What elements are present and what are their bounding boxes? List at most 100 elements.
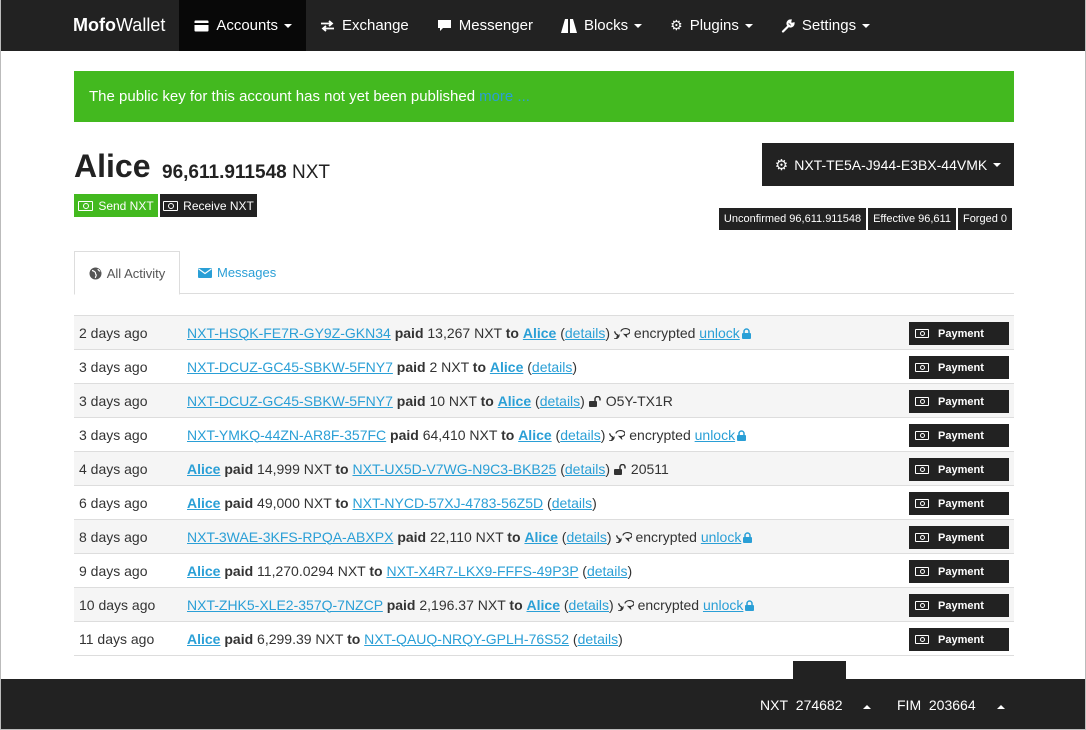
details-link[interactable]: details <box>587 563 627 579</box>
recipient-link[interactable]: Alice <box>524 529 557 545</box>
sender-link[interactable]: Alice <box>187 461 220 477</box>
nav-plugins[interactable]: ⚙ Plugins <box>656 0 767 51</box>
recipient-link[interactable]: Alice <box>498 393 531 409</box>
recipient-link[interactable]: NXT-QAUQ-NRQY-GPLH-76S52 <box>364 631 569 647</box>
payment-badge[interactable]: Payment <box>909 628 1009 651</box>
encrypted-label: encrypted <box>637 596 700 613</box>
details-link[interactable]: details <box>566 529 606 545</box>
recipient-link[interactable]: Alice <box>490 359 523 375</box>
payment-badge[interactable]: Payment <box>909 560 1009 583</box>
row-description: NXT-YMKQ-44ZN-AR8F-357FC paid 64,410 NXT… <box>187 427 1014 443</box>
row-description: Alice paid 11,270.0294 NXT to NXT-X4R7-L… <box>187 562 633 579</box>
encrypted-comment-icon <box>612 597 635 613</box>
unlock-link[interactable]: unlock <box>701 529 741 545</box>
tab-messages[interactable]: Messages <box>198 251 276 294</box>
recipient-link[interactable]: NXT-X4R7-LKX9-FFFS-49P3P <box>386 563 578 579</box>
payment-badge[interactable]: Payment <box>909 526 1009 549</box>
payment-badge[interactable]: Payment <box>909 424 1009 447</box>
sender-link[interactable]: Alice <box>187 495 220 511</box>
money-icon <box>163 200 179 211</box>
table-row: 6 days ago Alice paid 49,000 NXT to NXT-N… <box>74 486 1014 520</box>
sender-link[interactable]: NXT-3WAE-3KFS-RPQA-ABXPX <box>187 529 393 545</box>
payment-badge[interactable]: Payment <box>909 492 1009 515</box>
lock-icon <box>741 529 753 545</box>
nav-messenger[interactable]: Messenger <box>423 0 547 51</box>
paid-label: paid <box>396 358 426 375</box>
table-row: 2 days ago NXT-HSQK-FE7R-GY9Z-GKN34 paid … <box>74 316 1014 350</box>
payment-badge[interactable]: Payment <box>909 322 1009 345</box>
amount: 11,270.0294 NXT <box>257 562 366 579</box>
expand-up-icon[interactable] <box>997 705 1005 709</box>
table-row: 3 days ago NXT-YMKQ-44ZN-AR8F-357FC paid … <box>74 418 1014 452</box>
road-icon <box>560 18 577 33</box>
details-link[interactable]: details <box>532 359 572 375</box>
paid-label: paid <box>224 460 254 477</box>
sender-link[interactable]: NXT-DCUZ-GC45-SBKW-5FNY7 <box>187 359 393 375</box>
row-timestamp: 10 days ago <box>79 596 156 613</box>
amount: 13,267 NXT <box>427 324 502 341</box>
send-nxt-button[interactable]: Send NXT <box>74 194 158 217</box>
forged-badge: Forged 0 <box>957 208 1012 230</box>
recipient-link[interactable]: Alice <box>527 597 560 613</box>
account-selector-button[interactable]: ⚙ NXT-TE5A-J944-E3BX-44VMK <box>762 143 1014 186</box>
unlock-link[interactable]: unlock <box>695 427 735 443</box>
table-row: 8 days ago NXT-3WAE-3KFS-RPQA-ABXPX paid … <box>74 520 1014 554</box>
receive-nxt-button[interactable]: Receive NXT <box>160 194 257 217</box>
money-icon <box>915 397 929 406</box>
recipient-link[interactable]: Alice <box>518 427 551 443</box>
details-link[interactable]: details <box>540 393 580 409</box>
money-icon <box>915 533 929 542</box>
nav-blocks[interactable]: Blocks <box>547 0 656 51</box>
sender-link[interactable]: NXT-ZHK5-XLE2-357Q-7NZCP <box>187 597 383 613</box>
row-timestamp: 4 days ago <box>79 460 148 477</box>
payment-badge[interactable]: Payment <box>909 594 1009 617</box>
nav-settings[interactable]: Settings <box>767 0 884 51</box>
sender-link[interactable]: Alice <box>187 563 220 579</box>
sender-link[interactable]: NXT-YMKQ-44ZN-AR8F-357FC <box>187 427 386 443</box>
chevron-down-icon <box>993 162 1002 167</box>
details-link[interactable]: details <box>569 597 609 613</box>
table-row: 4 days ago Alice paid 14,999 NXT to NXT-U… <box>74 452 1014 486</box>
nav-exchange[interactable]: Exchange <box>306 0 423 51</box>
payment-badge[interactable]: Payment <box>909 356 1009 379</box>
sender-link[interactable]: Alice <box>187 631 220 647</box>
unlock-link[interactable]: unlock <box>699 325 739 341</box>
payment-badge[interactable]: Payment <box>909 458 1009 481</box>
sender-link[interactable]: NXT-HSQK-FE7R-GY9Z-GKN34 <box>187 325 391 341</box>
table-row: 3 days ago NXT-DCUZ-GC45-SBKW-5FNY7 paid … <box>74 384 1014 418</box>
activity-tabs: All Activity Messages <box>74 251 1014 295</box>
recipient-link[interactable]: NXT-UX5D-V7WG-N9C3-BKB25 <box>353 461 557 477</box>
alert-more-link[interactable]: more ... <box>479 88 530 105</box>
ticker-fim: FIM 203664 <box>897 696 976 713</box>
money-icon <box>78 200 94 211</box>
details-link[interactable]: details <box>560 427 600 443</box>
ticker-nxt: NXT 274682 <box>760 696 843 713</box>
details-link[interactable]: details <box>565 461 605 477</box>
details-link[interactable]: details <box>565 325 605 341</box>
recipient-link[interactable]: Alice <box>523 325 556 341</box>
alert-text: The public key for this account has not … <box>89 88 476 105</box>
paid-label: paid <box>390 426 419 443</box>
public-key-alert: The public key for this account has not … <box>74 71 1014 122</box>
paid-label: paid <box>397 528 427 545</box>
table-row: 9 days ago Alice paid 11,270.0294 NXT to … <box>74 554 1014 588</box>
effective-badge: Effective 96,611 <box>868 208 956 230</box>
payment-badge[interactable]: Payment <box>909 390 1009 413</box>
details-link[interactable]: details <box>578 631 618 647</box>
unlocked-icon <box>614 461 627 477</box>
table-row: 10 days ago NXT-ZHK5-XLE2-357Q-7NZCP paid… <box>74 588 1014 622</box>
to-label: to <box>509 596 523 613</box>
row-description: Alice paid 49,000 NXT to NXT-NYCD-57XJ-4… <box>187 494 597 511</box>
unlock-link[interactable]: unlock <box>703 597 743 613</box>
tab-all-activity[interactable]: All Activity <box>74 251 180 295</box>
expand-up-icon[interactable] <box>863 705 871 709</box>
details-link[interactable]: details <box>552 495 592 511</box>
row-description: Alice paid 14,999 NXT to NXT-UX5D-V7WG-N… <box>187 460 669 477</box>
recipient-link[interactable]: NXT-NYCD-57XJ-4783-56Z5D <box>353 495 544 511</box>
account-name: Alice <box>74 148 151 184</box>
nav-accounts[interactable]: Accounts <box>179 0 307 51</box>
transactions-table: 2 days ago NXT-HSQK-FE7R-GY9Z-GKN34 paid … <box>74 315 1014 656</box>
sender-link[interactable]: NXT-DCUZ-GC45-SBKW-5FNY7 <box>187 393 393 409</box>
brand-logo[interactable]: Mofo Wallet <box>1 0 179 51</box>
paid-label: paid <box>224 630 254 647</box>
